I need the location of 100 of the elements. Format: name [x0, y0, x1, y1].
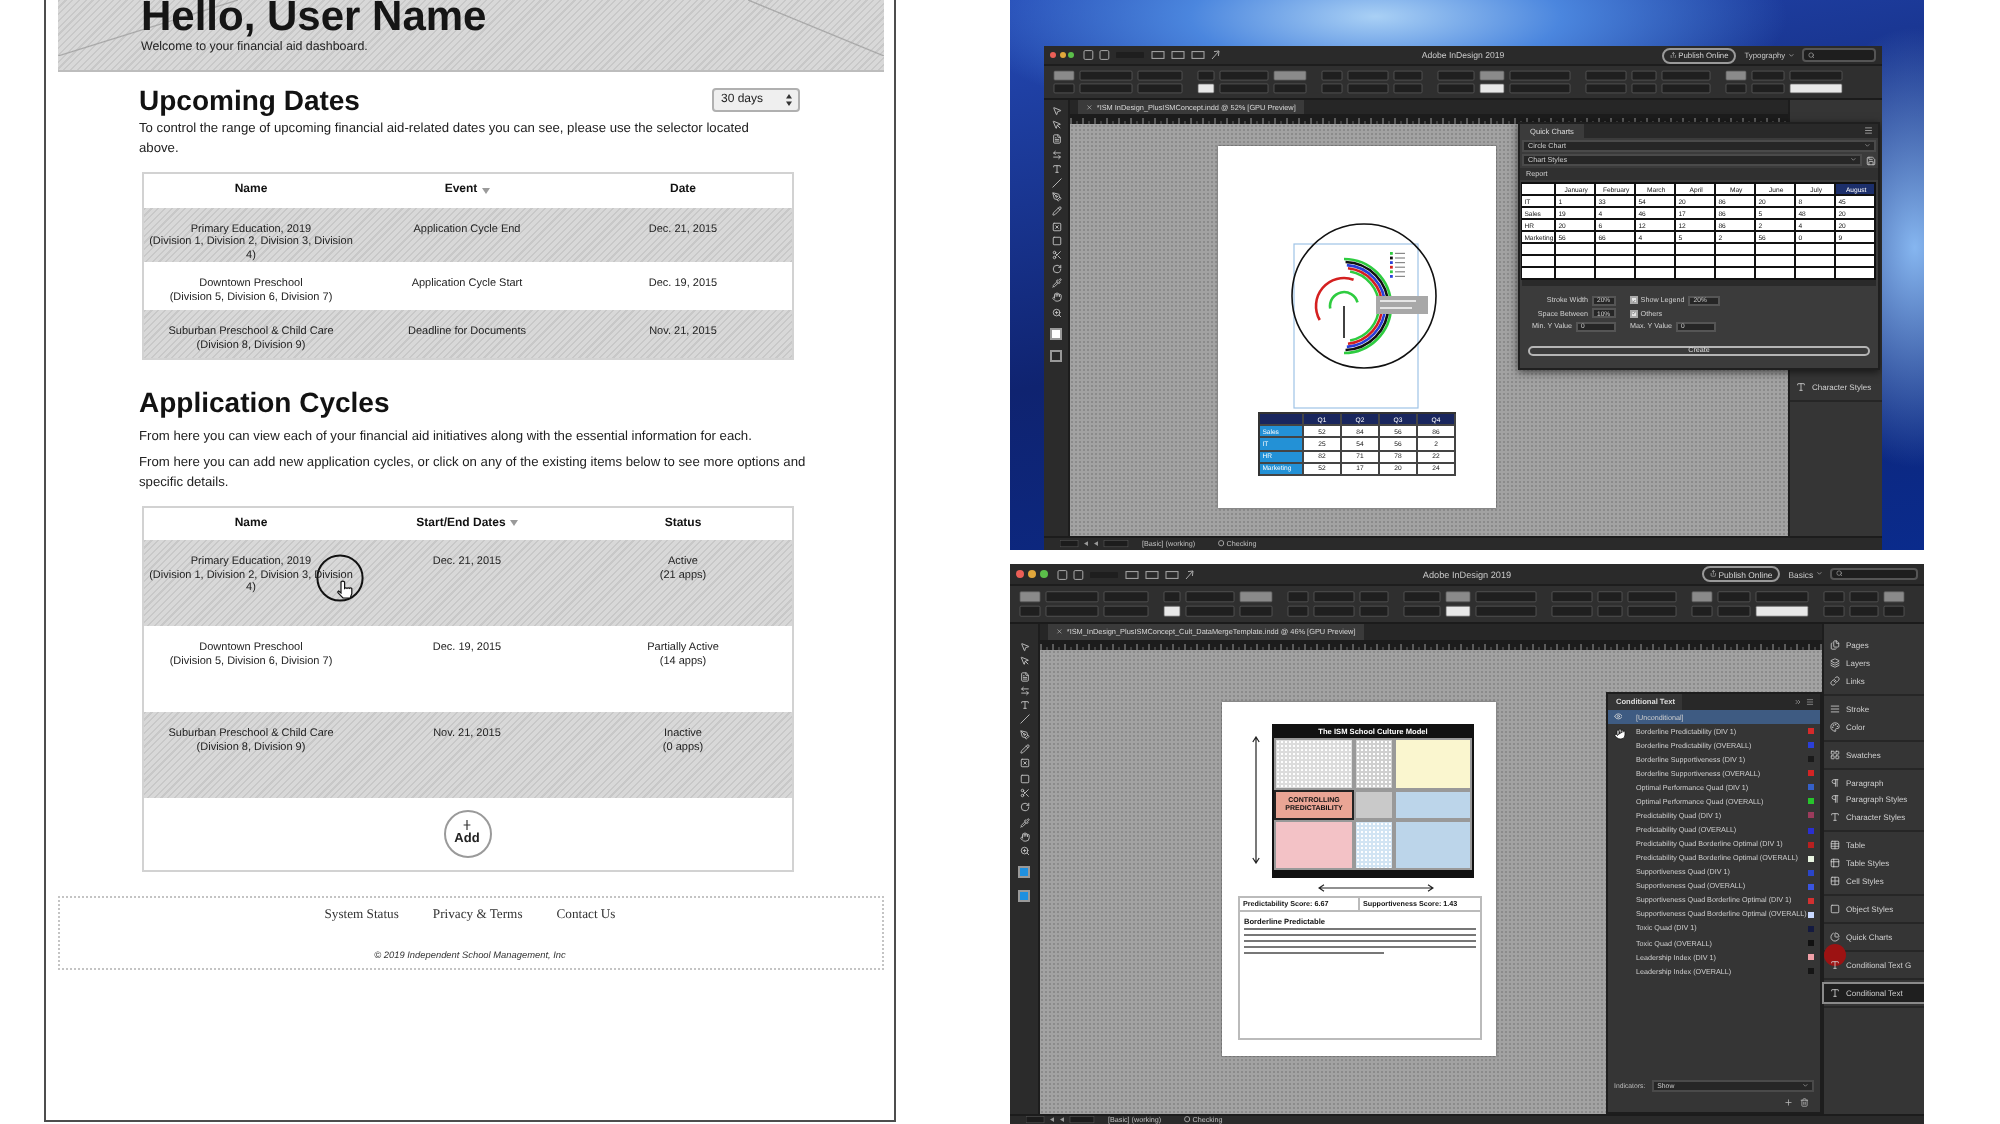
page-icon[interactable] — [1019, 671, 1029, 682]
pen-icon[interactable] — [1051, 192, 1061, 203]
palette-icon — [1830, 721, 1840, 732]
gap-arrows-icon[interactable] — [1019, 685, 1029, 696]
zoom-button[interactable] — [1040, 570, 1048, 578]
rotate-icon[interactable] — [1051, 264, 1061, 275]
pencil-icon[interactable] — [1051, 206, 1061, 217]
grid-cell[interactable] — [1596, 256, 1636, 268]
grid-cell[interactable] — [1796, 256, 1836, 268]
grid-cell[interactable] — [1522, 268, 1556, 280]
scissors-icon[interactable] — [1019, 787, 1029, 798]
eye-icon[interactable] — [1614, 712, 1623, 722]
grid-cell[interactable] — [1796, 268, 1836, 280]
grid-cell[interactable] — [1756, 256, 1796, 268]
page-title: Hello, User Name — [141, 0, 487, 36]
updown-arrows-icon — [785, 94, 791, 107]
menu-icon[interactable] — [1806, 698, 1814, 706]
trash-icon[interactable] — [1799, 1098, 1808, 1108]
grid-cell[interactable] — [1756, 268, 1796, 280]
chevrons-right-icon[interactable] — [1794, 698, 1802, 706]
grid-cell[interactable] — [1836, 256, 1876, 268]
layers-icon — [1830, 658, 1840, 669]
plus-icon — [462, 820, 472, 831]
grid-cell[interactable] — [1522, 244, 1556, 256]
square-icon — [1830, 903, 1840, 914]
type-icon — [1830, 987, 1840, 998]
fill-swatch-icon[interactable] — [1018, 866, 1030, 879]
gap-arrows-icon[interactable] — [1051, 149, 1061, 160]
grid-cell[interactable] — [1716, 268, 1756, 280]
direct-selection-arrow-icon[interactable] — [1051, 120, 1061, 131]
quadrant-cell — [1354, 789, 1394, 819]
direct-selection-arrow-icon[interactable] — [1019, 656, 1029, 667]
pages-icon — [1830, 640, 1840, 651]
rectangle-icon[interactable] — [1051, 235, 1061, 246]
quadrant-cell — [1394, 819, 1472, 869]
grid-cell[interactable] — [1676, 268, 1716, 280]
checkbox[interactable] — [1630, 309, 1638, 318]
grid-cell[interactable] — [1636, 268, 1676, 280]
stroke-swatch-icon[interactable] — [1018, 889, 1030, 902]
stroke-swatch-icon[interactable] — [1050, 350, 1062, 362]
table-icon — [1830, 857, 1840, 868]
save-icon[interactable] — [1866, 155, 1876, 165]
grid-cell[interactable] — [1756, 244, 1796, 256]
grid-cell[interactable] — [1556, 244, 1596, 256]
close-button[interactable] — [1050, 52, 1056, 58]
eyedropper-icon[interactable] — [1019, 817, 1029, 828]
selection-arrow-icon[interactable] — [1051, 106, 1061, 116]
grid-cell[interactable] — [1676, 256, 1716, 268]
quadrant-cell — [1274, 819, 1354, 869]
grid-cell[interactable] — [1596, 268, 1636, 280]
line-icon[interactable] — [1051, 177, 1061, 188]
pie-chart-icon — [1830, 931, 1840, 942]
grid-cell[interactable] — [1636, 256, 1676, 268]
quadrant-cell — [1394, 737, 1472, 789]
page-icon[interactable] — [1051, 134, 1061, 145]
grid-cell[interactable] — [1836, 268, 1876, 280]
table-cell — [1260, 414, 1304, 427]
close-icon[interactable] — [1056, 628, 1063, 636]
grid-cell[interactable] — [1522, 256, 1556, 268]
grid-cell[interactable] — [1716, 244, 1756, 256]
zoom-icon[interactable] — [1051, 307, 1061, 318]
grid-cell[interactable] — [1556, 256, 1596, 268]
checkbox[interactable] — [1630, 296, 1638, 305]
grid-cell[interactable] — [1836, 244, 1876, 256]
frame-icon[interactable] — [1051, 221, 1061, 231]
hand-icon[interactable] — [1051, 292, 1061, 303]
type-icon[interactable] — [1019, 700, 1029, 711]
eyedropper-icon[interactable] — [1051, 278, 1061, 289]
minimize-button[interactable] — [1059, 52, 1066, 58]
chart-legend-drawing — [1390, 252, 1405, 278]
pen-icon[interactable] — [1019, 729, 1029, 740]
pencil-icon[interactable] — [1019, 744, 1029, 755]
grid-cell[interactable] — [1636, 244, 1676, 256]
rotate-icon[interactable] — [1019, 802, 1029, 813]
circle-icon — [1217, 540, 1224, 548]
quadrant-cell — [1354, 819, 1394, 869]
zoom-icon[interactable] — [1019, 846, 1029, 857]
hand-icon[interactable] — [1019, 831, 1029, 842]
line-icon[interactable] — [1019, 714, 1029, 725]
search-field[interactable] — [1830, 567, 1918, 581]
zoom-button[interactable] — [1068, 52, 1075, 58]
selection-arrow-icon[interactable] — [1019, 642, 1029, 652]
close-button[interactable] — [1016, 570, 1024, 578]
grid-cell[interactable] — [1716, 256, 1756, 268]
grid-cell[interactable] — [1596, 244, 1636, 256]
grid-cell[interactable] — [1796, 244, 1836, 256]
grid-cell[interactable] — [1556, 268, 1596, 280]
grid-cell[interactable] — [1522, 184, 1556, 196]
search-field[interactable] — [1802, 48, 1876, 62]
frame-icon[interactable] — [1019, 758, 1029, 769]
close-icon[interactable] — [1086, 103, 1093, 111]
menu-icon[interactable] — [1863, 126, 1872, 136]
search-icon — [1808, 51, 1815, 59]
fill-swatch-icon[interactable] — [1050, 327, 1062, 340]
scissors-icon[interactable] — [1051, 249, 1061, 260]
type-icon[interactable] — [1051, 163, 1061, 174]
minimize-button[interactable] — [1028, 570, 1036, 578]
rectangle-icon[interactable] — [1019, 773, 1029, 784]
pilcrow-icon — [1830, 777, 1840, 788]
grid-cell[interactable] — [1676, 244, 1716, 256]
